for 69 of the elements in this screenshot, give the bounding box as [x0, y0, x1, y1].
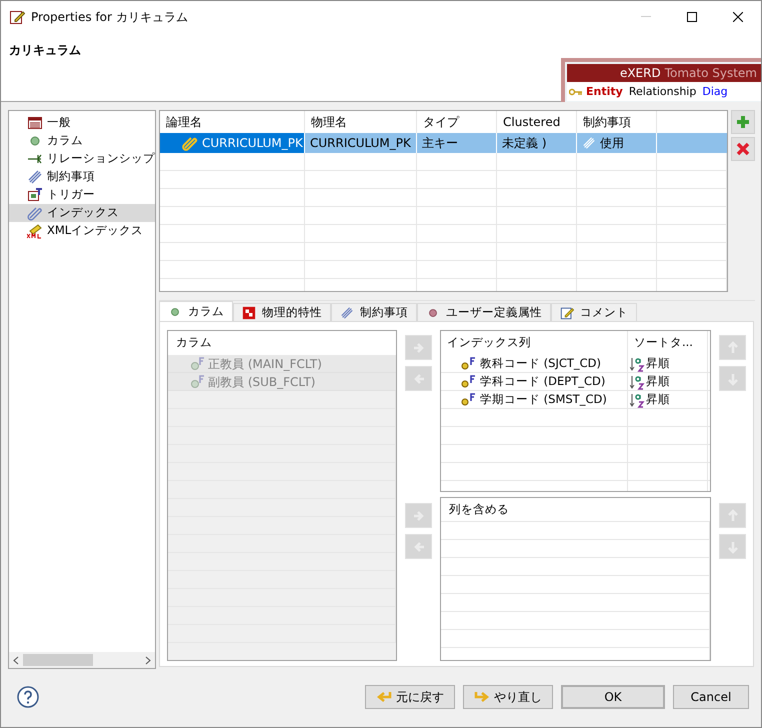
paperclip-icon	[182, 135, 198, 151]
tree-item[interactable]: リレーションシップ	[9, 150, 155, 168]
table-cell-text: 教科コード (SJCT_CD)	[480, 354, 602, 372]
column-icon	[190, 356, 206, 370]
list-header: カラム	[168, 331, 396, 355]
scrollbar[interactable]	[9, 652, 155, 668]
tab[interactable]: カラム	[159, 301, 233, 321]
column-header[interactable]: インデックス列	[441, 331, 628, 355]
plus-icon	[736, 115, 750, 129]
undo-arrow-icon	[376, 690, 392, 704]
tab[interactable]: コメント	[551, 303, 637, 321]
table-cell-text: 学期コード (SMST_CD)	[480, 390, 607, 408]
tab[interactable]: 制約事項	[331, 303, 417, 321]
add-button[interactable]	[731, 110, 755, 134]
key-column-icon	[461, 392, 477, 406]
dialog-button[interactable]: 元に戻す	[365, 685, 455, 709]
tab[interactable]: ユーザー定義属性	[417, 303, 551, 321]
table-cell-text: 学科コード (DEPT_CD)	[480, 372, 606, 390]
banner-tab[interactable]: Relationship	[628, 84, 696, 100]
key-icon	[569, 88, 583, 96]
tree-item[interactable]: インデックス	[9, 204, 155, 222]
close-icon	[736, 142, 750, 156]
table-cell-text: 昇順	[646, 372, 670, 390]
close-icon	[733, 12, 743, 22]
window-title: Properties for カリキュラム	[31, 8, 188, 26]
tab[interactable]: 物理的特性	[233, 303, 331, 321]
xml-icon	[27, 223, 43, 239]
table-cell-text: 主キー	[422, 135, 458, 152]
banner-tab[interactable]: Entity	[586, 84, 623, 100]
tree-item[interactable]: 制約事項	[9, 168, 155, 186]
banner-tab[interactable]: Diag	[702, 84, 728, 100]
tree-item[interactable]: カラム	[9, 132, 155, 150]
help-icon[interactable]	[17, 686, 39, 708]
table-row[interactable]: CURRICULUM_PK CURRICULUM_PK 主キー 未定義 ) 使用	[160, 133, 727, 153]
key-column-icon	[461, 374, 477, 388]
key-column-icon	[461, 356, 477, 370]
dialog-button[interactable]: やり直し	[463, 685, 553, 709]
delete-button[interactable]	[731, 137, 755, 161]
column-icon	[190, 374, 206, 388]
list-header: 列を含める	[441, 498, 710, 522]
sort-ascending-icon	[630, 374, 646, 390]
page-title: カリキュラム	[9, 42, 81, 59]
sort-ascending-icon	[630, 356, 646, 372]
chevron-left-icon	[13, 656, 19, 664]
dialog-button[interactable]: OK	[561, 685, 665, 709]
brand-name: eXERD	[620, 65, 661, 82]
sort-ascending-icon	[630, 392, 646, 408]
paperclip-icon	[27, 205, 43, 221]
tree-item[interactable]: XMLインデックス	[9, 222, 155, 240]
table-cell-text: CURRICULUM_PK	[310, 135, 411, 152]
table-cell-text: 昇順	[646, 354, 670, 372]
maximize-icon	[687, 12, 697, 22]
product-name: Tomato System	[664, 65, 757, 82]
tree-item[interactable]: トリガー	[9, 186, 155, 204]
table-cell-text: 昇順	[646, 390, 670, 408]
tree-item[interactable]: 一般	[9, 114, 155, 132]
dialog-button[interactable]: Cancel	[673, 685, 749, 709]
table-cell-text: 未定義 )	[502, 135, 546, 152]
table-cell-text: CURRICULUM_PK	[202, 135, 303, 152]
table-cell-text: 使用	[600, 135, 624, 152]
note-icon	[560, 306, 574, 320]
table-icon	[27, 115, 43, 131]
redo-arrow-icon	[474, 690, 490, 704]
trigger-icon	[27, 187, 43, 203]
chevron-right-icon	[145, 656, 151, 664]
column-header[interactable]: ソートタ...	[628, 331, 708, 355]
edit-icon	[9, 8, 25, 24]
minimize-icon	[641, 16, 651, 18]
checker-icon	[242, 306, 256, 320]
